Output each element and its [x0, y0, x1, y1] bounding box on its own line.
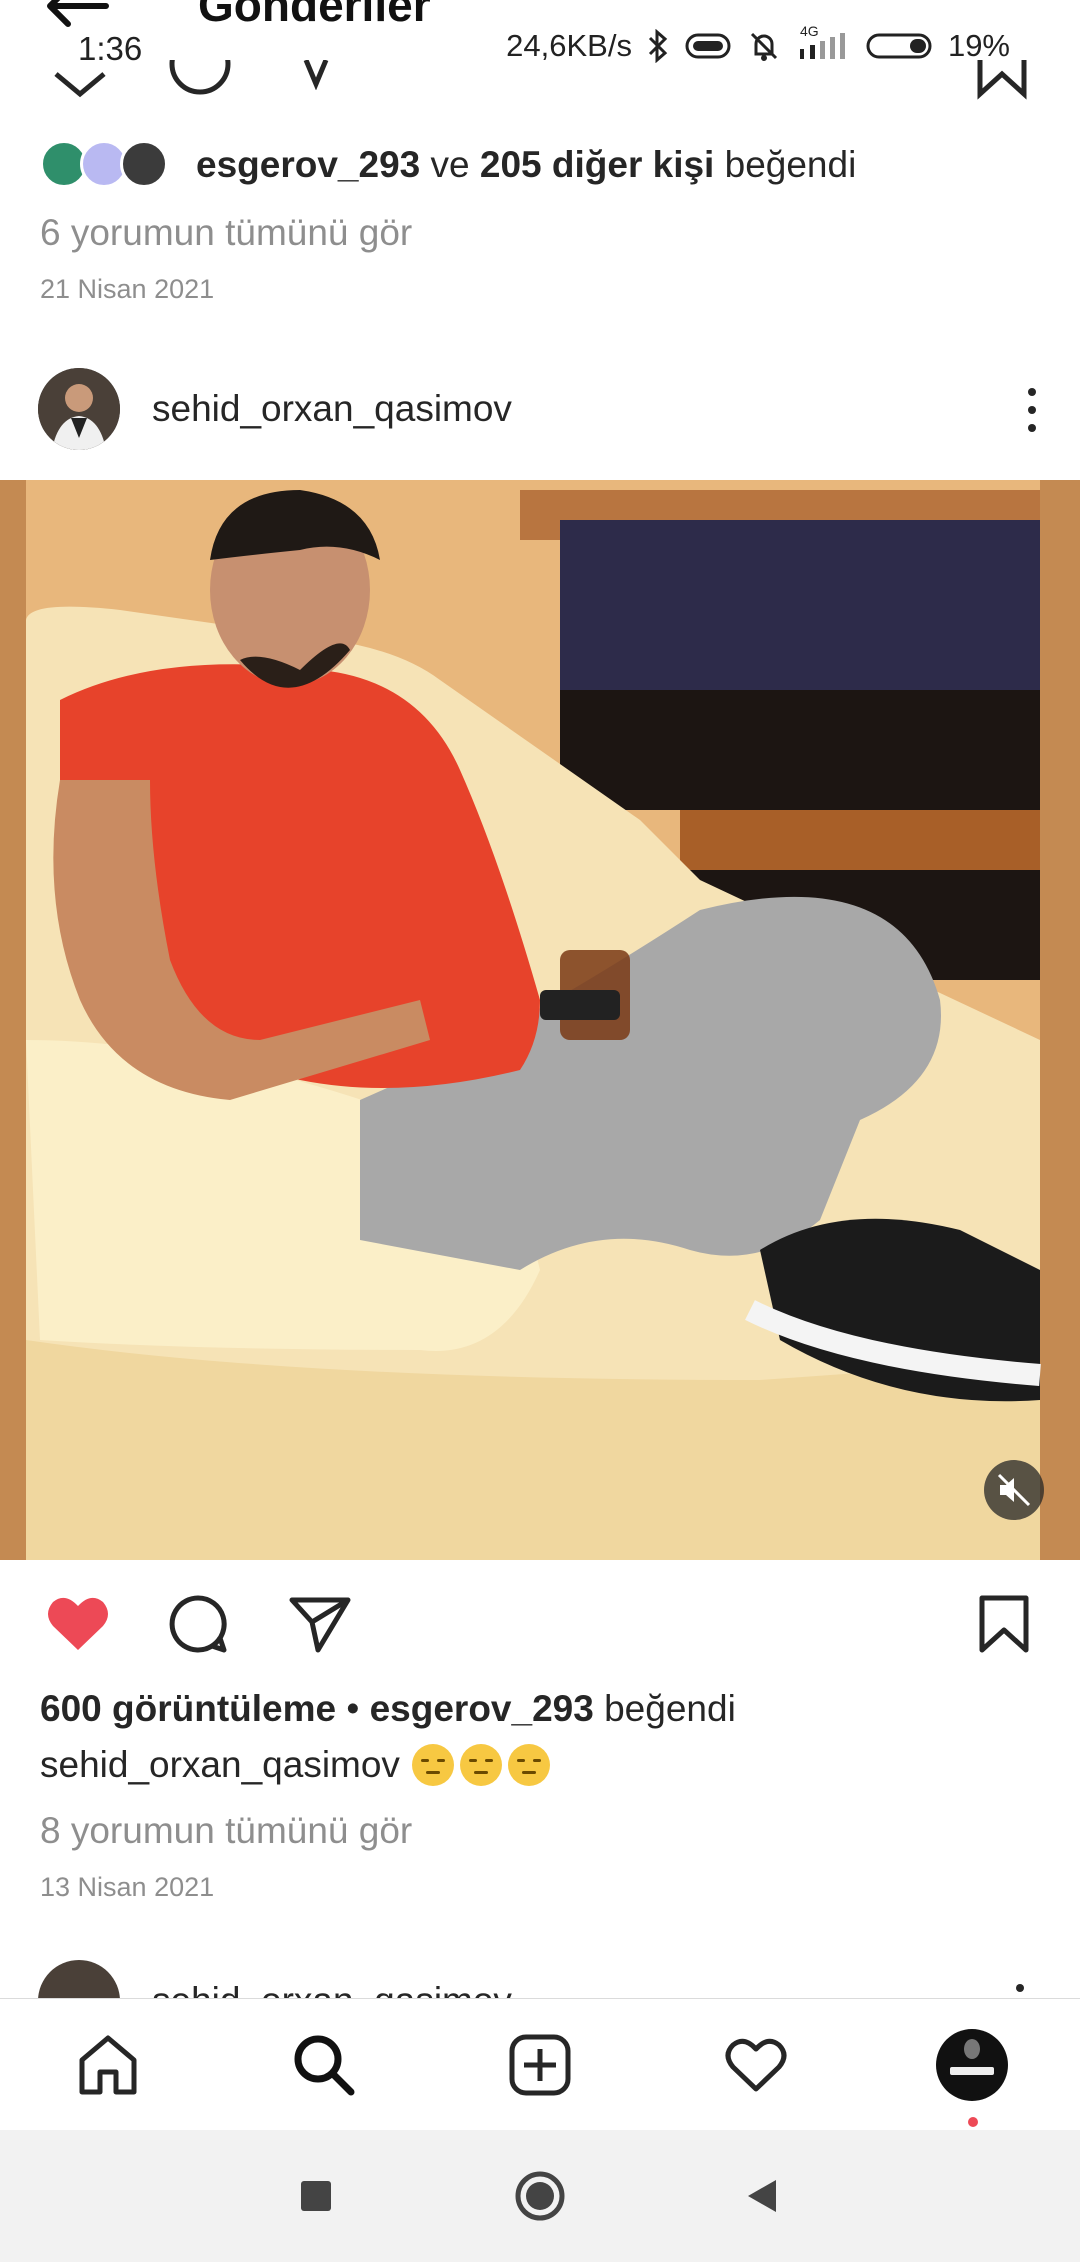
- nav-profile[interactable]: [936, 2029, 1008, 2101]
- status-icons: 24,6KB/s 4G 19%: [506, 23, 1010, 64]
- pensive-face-emoji: [459, 1744, 502, 1786]
- caption-username[interactable]: sehid_orxan_qasimov: [40, 1744, 400, 1786]
- paper-plane-icon: [289, 1597, 351, 1653]
- post-date: 21 Nisan 2021: [40, 274, 215, 304]
- heart-filled-icon: [48, 1597, 108, 1650]
- comment-icon[interactable]: [166, 60, 234, 98]
- data-saver-icon: [685, 33, 731, 59]
- bottom-nav: [0, 1998, 1080, 2130]
- back-button[interactable]: [734, 2168, 790, 2224]
- avatar[interactable]: [38, 368, 120, 450]
- post-date: 13 Nisan 2021: [40, 1872, 215, 1902]
- notification-dot: [968, 2117, 978, 2127]
- bluetooth-icon: [648, 29, 668, 63]
- app-header: Gönderiler 1:36 24,6KB/s 4G 19%: [0, 0, 1080, 100]
- liker-avatars: [40, 140, 172, 190]
- view-comments-link[interactable]: 8 yorumun tümünü gör: [40, 1810, 412, 1852]
- post-header: sehid_orxan_qasimov: [0, 368, 1080, 452]
- pensive-face-emoji: [411, 1744, 454, 1786]
- nav-new-post[interactable]: [504, 2029, 576, 2101]
- video-frame: [0, 480, 1080, 1560]
- volume-off-icon: [997, 1473, 1031, 1507]
- liker-username[interactable]: esgerov_293: [196, 144, 420, 185]
- heart-icon: [725, 2038, 787, 2092]
- liker-avatar: [120, 140, 168, 188]
- home-button[interactable]: [512, 2168, 568, 2224]
- previous-post-actions: [0, 60, 1080, 100]
- view-count[interactable]: 600 görüntüleme: [40, 1688, 336, 1729]
- separator: •: [336, 1688, 370, 1729]
- likes-text: esgerov_293 ve 205 diğer kişi beğendi: [196, 144, 856, 186]
- share-button[interactable]: [286, 1590, 354, 1658]
- battery-icon: [866, 33, 932, 59]
- page-title: Gönderiler: [198, 0, 431, 31]
- post-actions: [0, 1590, 1080, 1660]
- next-post-header: sehid_orxan_qasimov: [0, 1960, 1080, 1998]
- post-username[interactable]: sehid_orxan_qasimov: [152, 388, 512, 430]
- circle-icon: [515, 2171, 565, 2221]
- likes-connector: ve: [420, 144, 480, 185]
- likes-suffix: beğendi: [714, 144, 857, 185]
- new-post-icon: [509, 2034, 571, 2096]
- nav-home[interactable]: [72, 2029, 144, 2101]
- comment-icon: [169, 1595, 227, 1653]
- bookmark-icon[interactable]: [974, 60, 1030, 100]
- nav-activity[interactable]: [720, 2029, 792, 2101]
- chevron-down-icon: [54, 72, 106, 98]
- save-button[interactable]: [970, 1590, 1038, 1658]
- mute-icon: [750, 32, 778, 61]
- like-button[interactable]: [44, 1590, 112, 1658]
- nav-search[interactable]: [288, 2029, 360, 2101]
- liked-by-username[interactable]: esgerov_293: [370, 1688, 594, 1729]
- mute-button[interactable]: [984, 1460, 1044, 1520]
- previous-post-likes[interactable]: esgerov_293 ve 205 diğer kişi beğendi: [40, 140, 856, 190]
- more-options-icon[interactable]: [1024, 386, 1040, 434]
- net-speed: 24,6KB/s: [506, 28, 632, 63]
- avatar[interactable]: [38, 1960, 120, 1998]
- profile-avatar: [936, 2029, 1008, 2101]
- square-icon: [301, 2181, 331, 2211]
- home-icon: [79, 2035, 137, 2095]
- view-comments-link[interactable]: 6 yorumun tümünü gör: [40, 212, 412, 254]
- comment-button[interactable]: [164, 1590, 232, 1658]
- post-caption: sehid_orxan_qasimov: [40, 1744, 550, 1786]
- views-row: 600 görüntüleme • esgerov_293 beğendi: [40, 1688, 736, 1730]
- bookmark-icon: [979, 1595, 1029, 1653]
- liked-by-suffix: beğendi: [593, 1688, 736, 1729]
- share-icon[interactable]: [296, 60, 336, 90]
- arrow-left-icon[interactable]: [40, 0, 110, 28]
- recents-button[interactable]: [288, 2168, 344, 2224]
- post-username[interactable]: sehid_orxan_qasimov: [152, 1980, 512, 1998]
- pensive-face-emoji: [507, 1744, 550, 1786]
- post-video[interactable]: [0, 480, 1080, 1560]
- triangle-back-icon: [748, 2180, 776, 2212]
- battery-percent: 19%: [947, 28, 1010, 63]
- search-icon: [294, 2035, 355, 2096]
- likes-others[interactable]: 205 diğer kişi: [480, 144, 714, 185]
- more-options-icon[interactable]: [1016, 1984, 1024, 1992]
- system-nav-bar: [0, 2130, 1080, 2262]
- signal-icon: 4G: [796, 23, 852, 63]
